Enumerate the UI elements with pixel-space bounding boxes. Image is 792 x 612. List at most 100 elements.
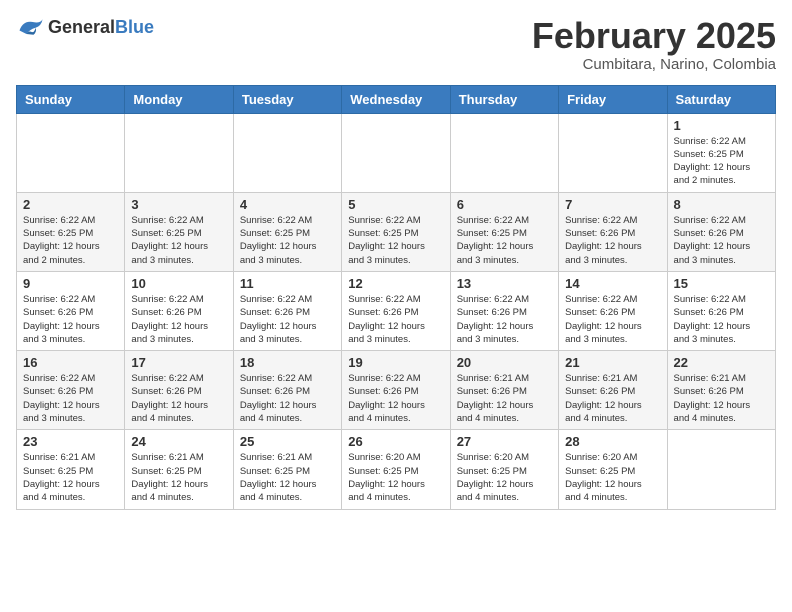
day-info: Sunrise: 6:22 AM Sunset: 6:26 PM Dayligh… (457, 293, 552, 346)
day-info: Sunrise: 6:22 AM Sunset: 6:26 PM Dayligh… (23, 293, 118, 346)
day-number: 10 (131, 276, 226, 291)
calendar-cell: 21Sunrise: 6:21 AM Sunset: 6:26 PM Dayli… (559, 351, 667, 430)
weekday-header-tuesday: Tuesday (233, 85, 341, 113)
day-info: Sunrise: 6:22 AM Sunset: 6:25 PM Dayligh… (348, 214, 443, 267)
calendar-title: February 2025 (532, 16, 776, 56)
calendar-cell: 17 Sunrise: 6:22 AM Sunset: 6:26 PM Dayli… (125, 351, 233, 430)
calendar-cell: 3Sunrise: 6:22 AM Sunset: 6:25 PM Daylig… (125, 192, 233, 271)
day-info: Sunrise: 6:22 AM Sunset: 6:26 PM Dayligh… (23, 372, 118, 425)
day-number: 22 (674, 355, 769, 370)
day-info: Sunrise: 6:22 AM Sunset: 6:26 PM Dayligh… (674, 214, 769, 267)
day-info: Sunrise: 6:21 AM Sunset: 6:25 PM Dayligh… (131, 451, 226, 504)
day-info: Sunrise: 6:22 AM Sunset: 6:26 PM Dayligh… (131, 293, 226, 346)
calendar-cell (559, 113, 667, 192)
day-info: Sunrise: 6:21 AM Sunset: 6:26 PM Dayligh… (457, 372, 552, 425)
calendar-cell: 27 Sunrise: 6:20 AM Sunset: 6:25 PM Dayli… (450, 430, 558, 509)
calendar-cell: 6Sunrise: 6:22 AM Sunset: 6:25 PM Daylig… (450, 192, 558, 271)
calendar-cell: 8 Sunrise: 6:22 AM Sunset: 6:26 PM Daylig… (667, 192, 775, 271)
day-info: Sunrise: 6:22 AM Sunset: 6:26 PM Dayligh… (674, 293, 769, 346)
calendar-cell: 9 Sunrise: 6:22 AM Sunset: 6:26 PM Daylig… (17, 271, 125, 350)
day-info: Sunrise: 6:22 AM Sunset: 6:25 PM Dayligh… (674, 135, 769, 188)
calendar-week-1: 1 Sunrise: 6:22 AM Sunset: 6:25 PM Daylig… (17, 113, 776, 192)
day-number: 25 (240, 434, 335, 449)
day-number: 7 (565, 197, 660, 212)
day-info: Sunrise: 6:22 AM Sunset: 6:25 PM Dayligh… (240, 214, 335, 267)
calendar-subtitle: Cumbitara, Narino, Colombia (532, 56, 776, 73)
logo: GeneralBlue (16, 16, 154, 38)
day-info: Sunrise: 6:22 AM Sunset: 6:26 PM Dayligh… (240, 372, 335, 425)
calendar-cell (667, 430, 775, 509)
calendar-cell: 20Sunrise: 6:21 AM Sunset: 6:26 PM Dayli… (450, 351, 558, 430)
day-number: 9 (23, 276, 118, 291)
day-number: 24 (131, 434, 226, 449)
day-number: 15 (674, 276, 769, 291)
day-number: 14 (565, 276, 660, 291)
calendar-cell: 15 Sunrise: 6:22 AM Sunset: 6:26 PM Dayli… (667, 271, 775, 350)
day-number: 13 (457, 276, 552, 291)
day-info: Sunrise: 6:22 AM Sunset: 6:26 PM Dayligh… (348, 372, 443, 425)
day-number: 17 (131, 355, 226, 370)
day-info: Sunrise: 6:22 AM Sunset: 6:26 PM Dayligh… (348, 293, 443, 346)
calendar-cell: 26 Sunrise: 6:20 AM Sunset: 6:25 PM Dayli… (342, 430, 450, 509)
title-area: February 2025 Cumbitara, Narino, Colombi… (532, 16, 776, 73)
logo-bird-icon (16, 16, 44, 38)
calendar-week-4: 16 Sunrise: 6:22 AM Sunset: 6:26 PM Dayli… (17, 351, 776, 430)
calendar-cell: 11Sunrise: 6:22 AM Sunset: 6:26 PM Dayli… (233, 271, 341, 350)
day-info: Sunrise: 6:20 AM Sunset: 6:25 PM Dayligh… (457, 451, 552, 504)
calendar-week-2: 2 Sunrise: 6:22 AM Sunset: 6:25 PM Daylig… (17, 192, 776, 271)
day-info: Sunrise: 6:22 AM Sunset: 6:25 PM Dayligh… (457, 214, 552, 267)
calendar-cell: 23Sunrise: 6:21 AM Sunset: 6:25 PM Dayli… (17, 430, 125, 509)
calendar-cell: 4 Sunrise: 6:22 AM Sunset: 6:25 PM Daylig… (233, 192, 341, 271)
day-number: 12 (348, 276, 443, 291)
weekday-header-saturday: Saturday (667, 85, 775, 113)
weekday-header-thursday: Thursday (450, 85, 558, 113)
day-number: 16 (23, 355, 118, 370)
logo-general-text: General (48, 17, 115, 37)
day-info: Sunrise: 6:20 AM Sunset: 6:25 PM Dayligh… (348, 451, 443, 504)
calendar-cell: 24 Sunrise: 6:21 AM Sunset: 6:25 PM Dayli… (125, 430, 233, 509)
day-number: 19 (348, 355, 443, 370)
calendar-cell: 14 Sunrise: 6:22 AM Sunset: 6:26 PM Dayli… (559, 271, 667, 350)
calendar-cell (450, 113, 558, 192)
calendar-cell: 2 Sunrise: 6:22 AM Sunset: 6:25 PM Daylig… (17, 192, 125, 271)
day-number: 27 (457, 434, 552, 449)
day-info: Sunrise: 6:21 AM Sunset: 6:26 PM Dayligh… (674, 372, 769, 425)
calendar-week-5: 23 Sunrise: 6:21 AM Sunset: 6:25 PM Dayli… (17, 430, 776, 509)
day-info: Sunrise: 6:21 AM Sunset: 6:26 PM Dayligh… (565, 372, 660, 425)
day-info: Sunrise: 6:22 AM Sunset: 6:26 PM Dayligh… (131, 372, 226, 425)
calendar-cell: 19 Sunrise: 6:22 AM Sunset: 6:26 PM Dayli… (342, 351, 450, 430)
calendar-cell (17, 113, 125, 192)
day-number: 11 (240, 276, 335, 291)
calendar-cell (233, 113, 341, 192)
weekday-header-sunday: Sunday (17, 85, 125, 113)
calendar-header-row: SundayMondayTuesdayWednesdayThursdayFrid… (17, 85, 776, 113)
day-info: Sunrise: 6:20 AM Sunset: 6:25 PM Dayligh… (565, 451, 660, 504)
day-number: 18 (240, 355, 335, 370)
day-info: Sunrise: 6:22 AM Sunset: 6:25 PM Dayligh… (23, 214, 118, 267)
calendar-cell: 22 Sunrise: 6:21 AM Sunset: 6:26 PM Dayli… (667, 351, 775, 430)
day-info: Sunrise: 6:22 AM Sunset: 6:26 PM Dayligh… (565, 214, 660, 267)
calendar-cell: 18 Sunrise: 6:22 AM Sunset: 6:26 PM Dayli… (233, 351, 341, 430)
calendar-cell: 25Sunrise: 6:21 AM Sunset: 6:25 PM Dayli… (233, 430, 341, 509)
calendar-cell: 1 Sunrise: 6:22 AM Sunset: 6:25 PM Daylig… (667, 113, 775, 192)
day-info: Sunrise: 6:22 AM Sunset: 6:26 PM Dayligh… (565, 293, 660, 346)
day-number: 3 (131, 197, 226, 212)
day-number: 4 (240, 197, 335, 212)
day-number: 1 (674, 118, 769, 133)
day-number: 23 (23, 434, 118, 449)
day-number: 2 (23, 197, 118, 212)
calendar-cell: 13 Sunrise: 6:22 AM Sunset: 6:26 PM Dayli… (450, 271, 558, 350)
calendar-cell: 12 Sunrise: 6:22 AM Sunset: 6:26 PM Dayli… (342, 271, 450, 350)
calendar-cell: 10 Sunrise: 6:22 AM Sunset: 6:26 PM Dayli… (125, 271, 233, 350)
day-number: 8 (674, 197, 769, 212)
day-number: 28 (565, 434, 660, 449)
calendar-table: SundayMondayTuesdayWednesdayThursdayFrid… (16, 85, 776, 510)
calendar-cell: 5Sunrise: 6:22 AM Sunset: 6:25 PM Daylig… (342, 192, 450, 271)
logo-blue-text: Blue (115, 17, 154, 37)
day-number: 26 (348, 434, 443, 449)
weekday-header-monday: Monday (125, 85, 233, 113)
calendar-cell (125, 113, 233, 192)
calendar-week-3: 9 Sunrise: 6:22 AM Sunset: 6:26 PM Daylig… (17, 271, 776, 350)
calendar-cell (342, 113, 450, 192)
header-area: GeneralBlue February 2025 Cumbitara, Nar… (16, 16, 776, 73)
